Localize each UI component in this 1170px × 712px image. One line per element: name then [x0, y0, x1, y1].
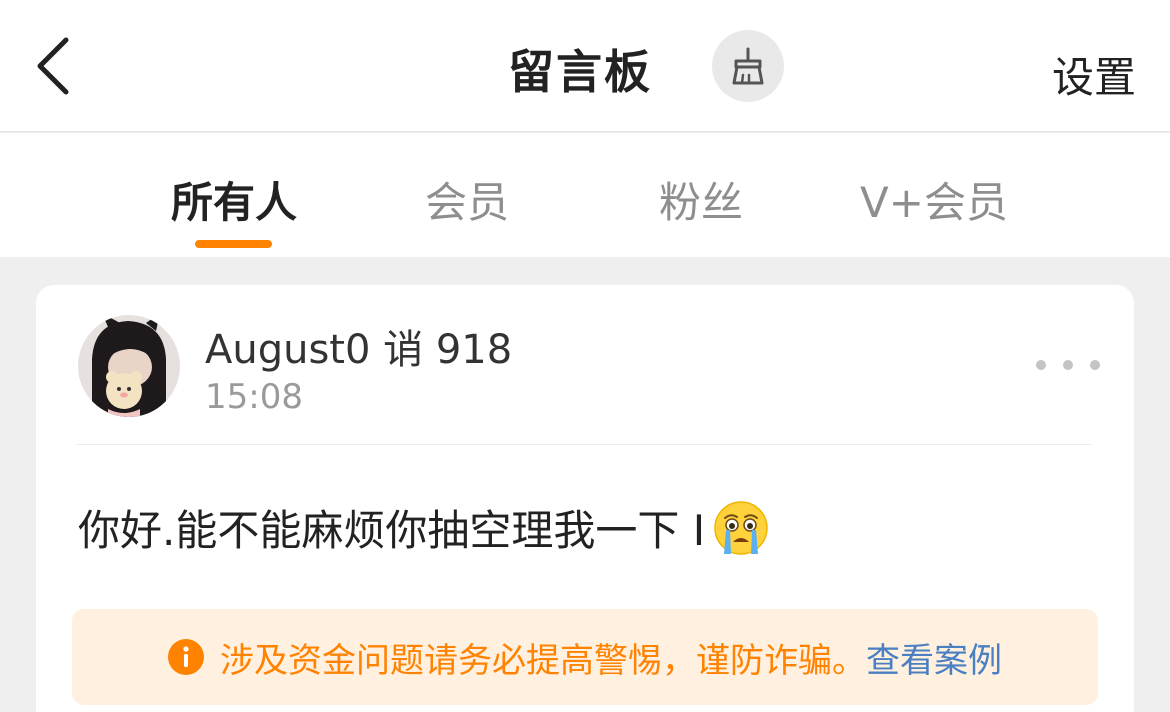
clean-button[interactable] [712, 30, 784, 102]
more-dots-icon [1036, 360, 1046, 370]
back-button[interactable] [26, 32, 86, 102]
top-navigation-bar: 留言板 设置 [0, 0, 1170, 132]
chevron-left-icon [37, 37, 69, 95]
post-time: 15:08 [205, 377, 303, 417]
message-text: 你好.能不能麻烦你抽空理我一下 I [78, 497, 771, 558]
crying-face-emoji [714, 500, 768, 555]
audience-tab-bar: 所有人 会员 粉丝 V+会员 [0, 133, 1170, 257]
settings-button[interactable]: 设置 [1052, 44, 1136, 105]
more-options-button[interactable] [1036, 351, 1100, 379]
fraud-warning-banner: 涉及资金问题请务必提高警惕，谨防诈骗。 查看案例 [72, 609, 1098, 705]
message-body: 你好.能不能麻烦你抽空理我一下 I [78, 506, 706, 555]
info-icon [168, 639, 204, 675]
warning-text: 涉及资金问题请务必提高警惕，谨防诈骗。 [220, 640, 866, 681]
message-card: August0 诮 918 15:08 你好.能不能麻烦你抽空理我一下 I 涉及… [36, 285, 1134, 712]
tab-vplus-members[interactable]: V+会员 [860, 169, 1008, 230]
tab-everyone[interactable]: 所有人 [171, 169, 297, 230]
view-cases-link[interactable]: 查看案例 [866, 633, 1002, 682]
broom-icon [732, 47, 764, 85]
page-title: 留言板 [508, 45, 652, 99]
avatar[interactable] [78, 315, 180, 417]
tab-members[interactable]: 会员 [425, 169, 509, 230]
active-tab-indicator [195, 240, 272, 248]
divider [76, 444, 1092, 445]
username[interactable]: August0 诮 918 [205, 317, 512, 375]
tab-fans[interactable]: 粉丝 [659, 169, 743, 230]
